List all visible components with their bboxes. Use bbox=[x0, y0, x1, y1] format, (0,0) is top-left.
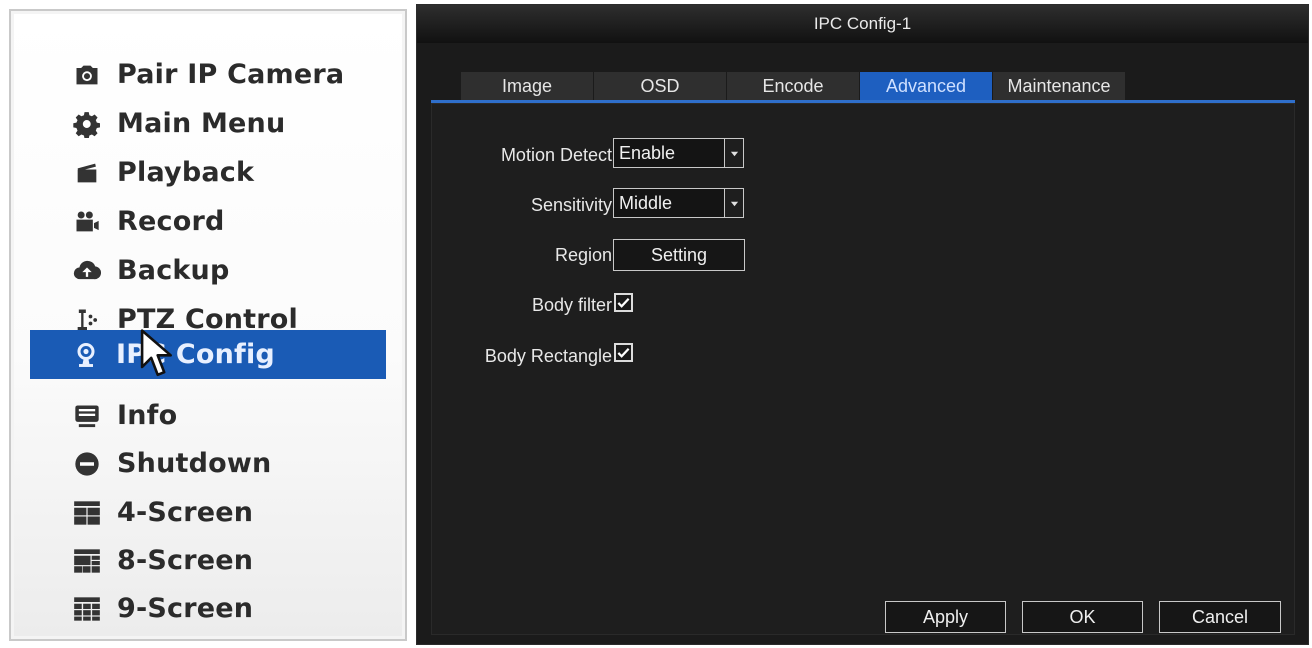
body-filter-checkbox[interactable] bbox=[614, 293, 633, 312]
tab-maintenance[interactable]: Maintenance bbox=[993, 72, 1125, 100]
record-icon bbox=[65, 197, 109, 246]
menu-item-label: 9-Screen bbox=[117, 593, 254, 624]
ipc-camera-icon bbox=[64, 330, 108, 379]
sensitivity-label: Sensitivity bbox=[530, 195, 612, 215]
apply-button[interactable]: Apply bbox=[885, 601, 1006, 633]
region-label: Region bbox=[554, 245, 612, 265]
gear-icon bbox=[65, 99, 109, 148]
motion-detect-value: Enable bbox=[619, 143, 676, 163]
menu-item-label: Pair IP Camera bbox=[117, 59, 345, 90]
grid-8-icon bbox=[65, 536, 109, 585]
info-monitor-icon bbox=[65, 391, 109, 440]
menu-item-playback[interactable]: Playback bbox=[31, 148, 386, 197]
context-menu: Pair IP Camera Main Menu Playback Record… bbox=[9, 9, 407, 641]
shutdown-icon bbox=[65, 439, 109, 488]
menu-item-pair-ip-camera[interactable]: Pair IP Camera bbox=[31, 50, 386, 99]
menu-item-ipc-config[interactable]: IPC Config bbox=[30, 330, 386, 379]
region-setting-button[interactable]: Setting bbox=[613, 239, 745, 271]
menu-item-9-screen[interactable]: 9-Screen bbox=[31, 584, 386, 633]
cloud-upload-icon bbox=[65, 246, 109, 295]
sensitivity-select[interactable]: Middle bbox=[613, 188, 744, 218]
playback-icon bbox=[65, 148, 109, 197]
menu-item-label: Main Menu bbox=[117, 108, 286, 139]
menu-item-4-screen[interactable]: 4-Screen bbox=[31, 488, 386, 537]
camera-icon bbox=[65, 50, 109, 99]
body-rectangle-checkbox[interactable] bbox=[614, 343, 633, 362]
grid-9-icon bbox=[65, 584, 109, 633]
menu-item-label: Backup bbox=[117, 255, 230, 286]
body-rectangle-label: Body Rectangle bbox=[484, 346, 612, 366]
menu-item-backup[interactable]: Backup bbox=[31, 246, 386, 295]
menu-item-shutdown[interactable]: Shutdown bbox=[31, 439, 386, 488]
menu-item-main-menu[interactable]: Main Menu bbox=[31, 99, 386, 148]
chevron-down-icon[interactable] bbox=[724, 139, 743, 167]
menu-item-label: 4-Screen bbox=[117, 497, 254, 528]
menu-item-info[interactable]: Info bbox=[31, 391, 386, 440]
grid-4-icon bbox=[65, 488, 109, 537]
body-filter-label: Body filter bbox=[531, 295, 612, 315]
motion-detect-label: Motion Detect bbox=[500, 145, 612, 165]
checkmark-icon bbox=[617, 347, 630, 358]
advanced-settings-panel: Motion Detect Enable Sensitivity Middle … bbox=[431, 103, 1295, 635]
tab-image[interactable]: Image bbox=[461, 72, 593, 100]
menu-item-label: Record bbox=[117, 206, 225, 237]
ok-button[interactable]: OK bbox=[1022, 601, 1143, 633]
chevron-down-icon[interactable] bbox=[724, 189, 743, 217]
checkmark-icon bbox=[617, 297, 630, 308]
motion-detect-select[interactable]: Enable bbox=[613, 138, 744, 168]
menu-item-label: Shutdown bbox=[117, 448, 272, 479]
dialog-title: IPC Config-1 bbox=[417, 5, 1308, 43]
tab-osd[interactable]: OSD bbox=[594, 72, 726, 100]
menu-item-record[interactable]: Record bbox=[31, 197, 386, 246]
menu-item-label: Info bbox=[117, 400, 178, 431]
tab-advanced[interactable]: Advanced bbox=[860, 72, 992, 100]
tab-encode[interactable]: Encode bbox=[727, 72, 859, 100]
menu-item-8-screen[interactable]: 8-Screen bbox=[31, 536, 386, 585]
ipc-config-dialog: IPC Config-1 Image OSD Encode Advanced M… bbox=[416, 4, 1309, 645]
cancel-button[interactable]: Cancel bbox=[1159, 601, 1281, 633]
menu-item-label: IPC Config bbox=[116, 339, 275, 370]
tab-bar: Image OSD Encode Advanced Maintenance bbox=[461, 72, 1126, 100]
sensitivity-value: Middle bbox=[619, 193, 673, 213]
menu-item-label: 8-Screen bbox=[117, 545, 254, 576]
menu-item-label: Playback bbox=[117, 157, 255, 188]
